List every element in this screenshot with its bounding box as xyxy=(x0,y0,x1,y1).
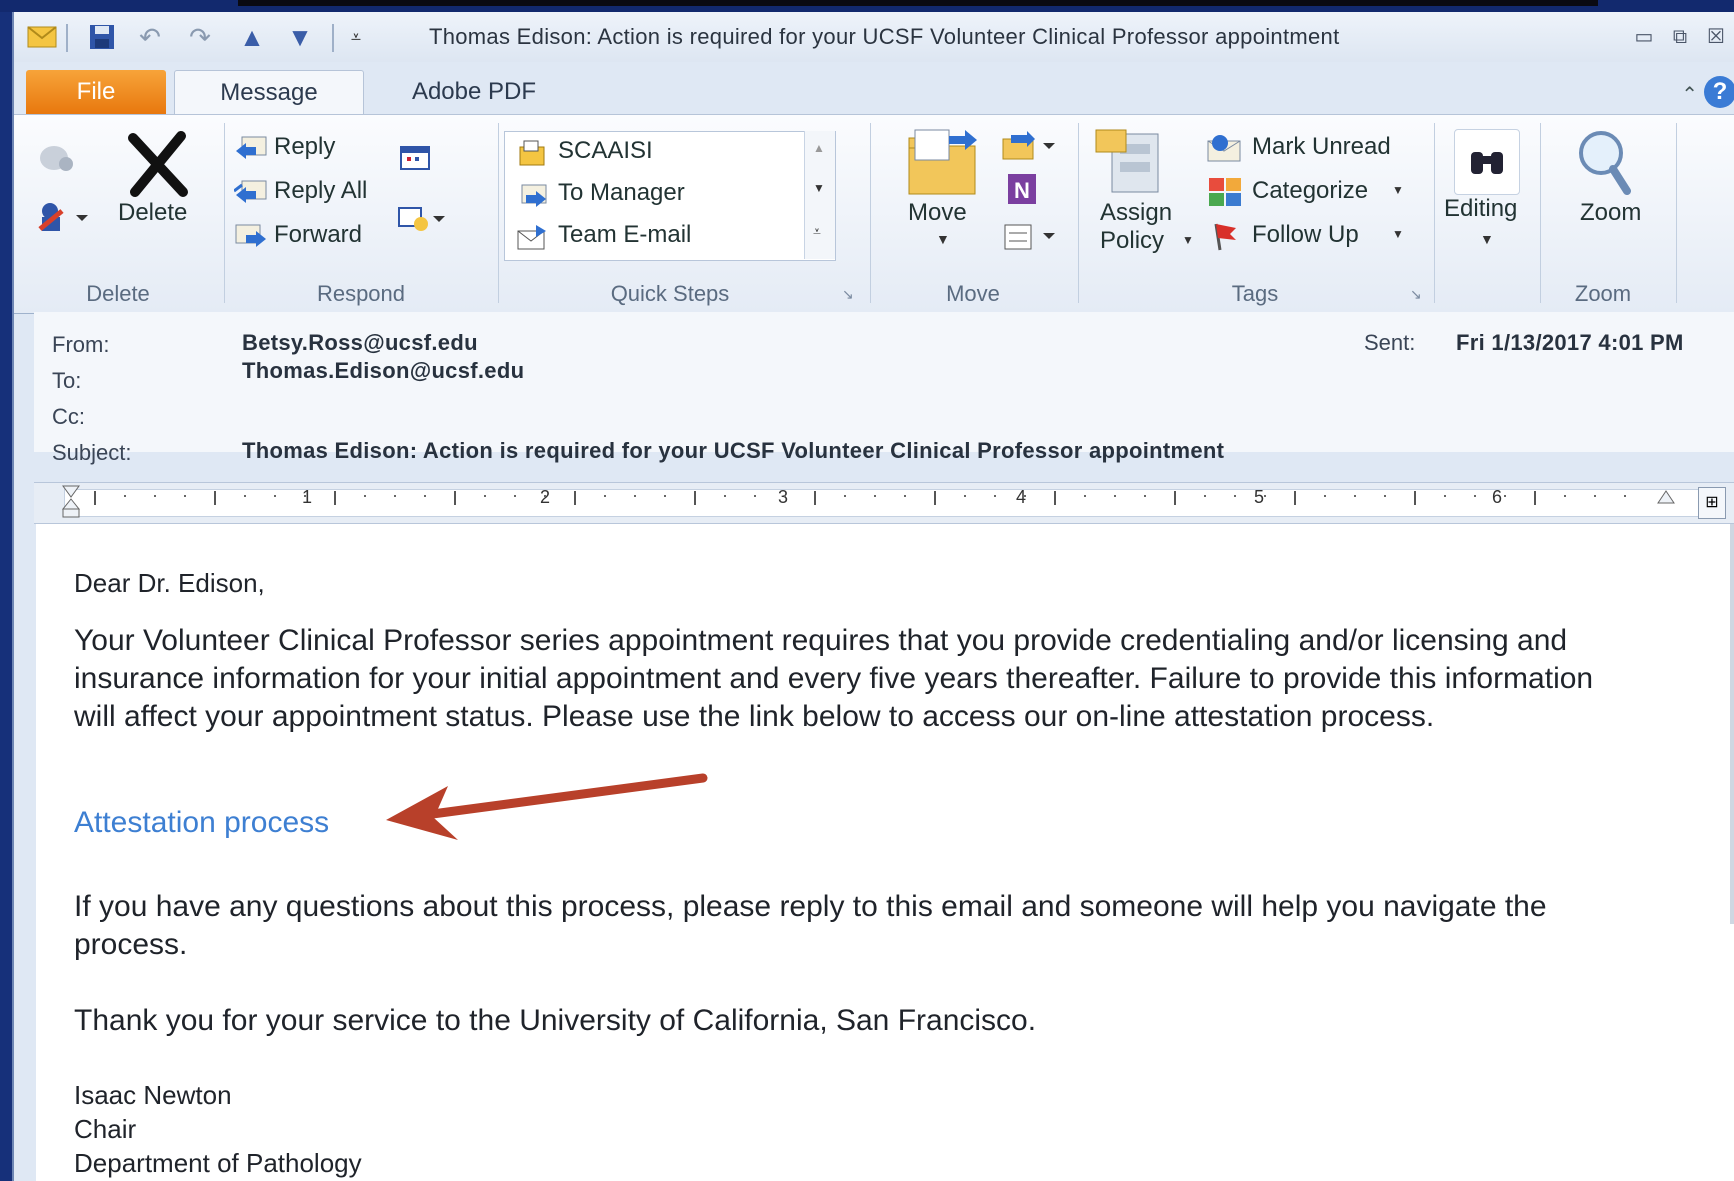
annotation-arrow xyxy=(386,773,708,840)
screenshot-stage: ↶ ↷ ▲ ▼ ⩡ Thomas Edison: Action is requi… xyxy=(0,0,1734,1181)
